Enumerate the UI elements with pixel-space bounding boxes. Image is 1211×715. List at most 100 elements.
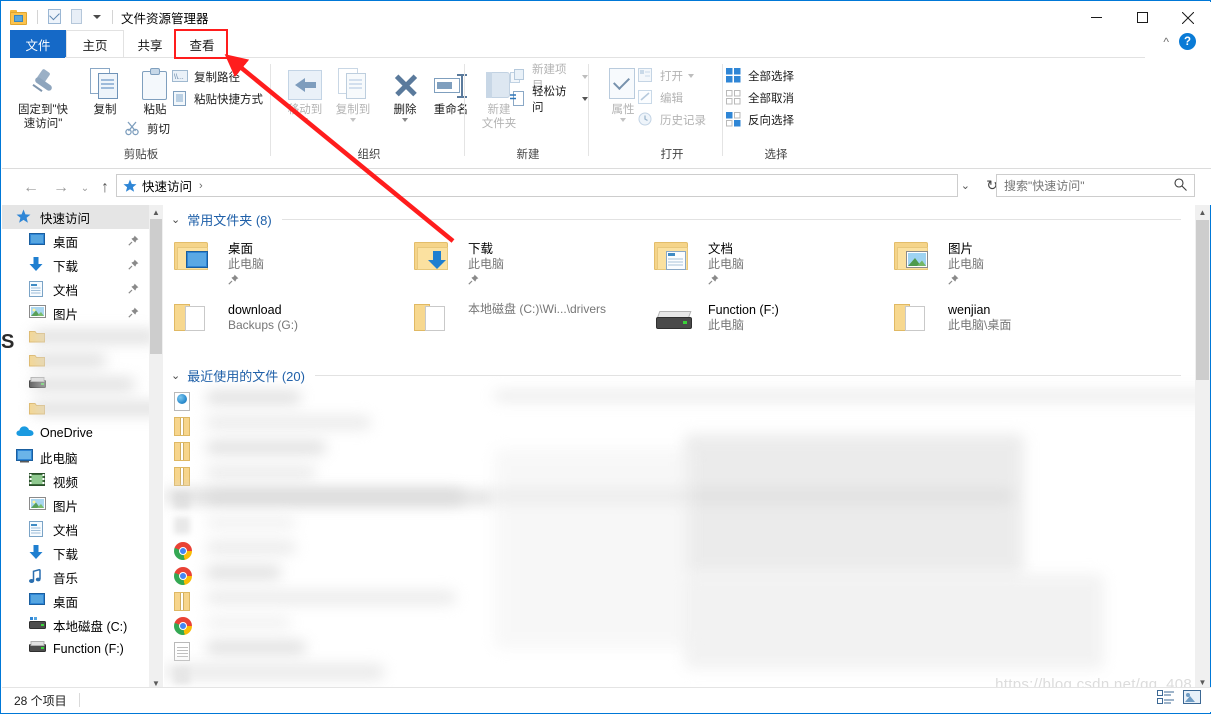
folder-open-icon	[894, 304, 930, 331]
sidebar-item-OneDrive[interactable]: OneDrive	[2, 421, 149, 445]
sidebar-item-blurred-6[interactable]	[2, 349, 149, 373]
recent-files-header[interactable]: ⌄ 最近使用的文件 (20)	[164, 361, 1195, 389]
pin-icon[interactable]	[948, 274, 959, 285]
sidebar-item-此电脑[interactable]: 此电脑	[2, 445, 149, 469]
select-none-button[interactable]: 全部取消	[726, 88, 794, 108]
search-box[interactable]	[996, 174, 1195, 197]
chevron-down-icon[interactable]	[688, 74, 694, 78]
minimize-button[interactable]	[1073, 3, 1119, 32]
chevron-down-icon[interactable]: ⌄	[171, 213, 180, 226]
up-button[interactable]: ↑	[94, 177, 116, 199]
new-item-icon	[510, 69, 528, 85]
pin-label-2: 速访问"	[23, 118, 63, 130]
nav-scroll-up-icon[interactable]: ▲	[149, 205, 163, 219]
sidebar-item-blurred-7[interactable]	[2, 373, 149, 397]
search-input[interactable]	[997, 177, 1174, 194]
sidebar-item-视频[interactable]: 视频	[2, 469, 149, 493]
folder-tile[interactable]: Function (F:) 此电脑	[654, 294, 894, 355]
sidebar-item-blurred-8[interactable]	[2, 397, 149, 421]
address-field[interactable]: 快速访问 ›	[116, 174, 958, 197]
tab-file[interactable]: 文件	[10, 30, 66, 58]
sidebar-item-label: OneDrive	[40, 426, 93, 440]
history-button[interactable]: 历史记录	[638, 110, 706, 130]
tab-home[interactable]: 主页	[66, 30, 124, 58]
zip-file-icon	[174, 591, 190, 611]
sidebar-item-label: 本地磁盘 (C:)	[53, 619, 128, 634]
pin-to-quick-access-button[interactable]: 固定到"快 速访问"	[12, 64, 74, 131]
nav-scroll-thumb[interactable]	[150, 219, 162, 354]
scroll-thumb[interactable]	[1196, 220, 1209, 380]
sidebar-item-音乐[interactable]: 音乐	[2, 565, 149, 589]
tile-icon	[894, 299, 942, 343]
sidebar-item-下载[interactable]: 下载	[2, 541, 149, 565]
forward-button[interactable]: →	[50, 177, 72, 199]
sidebar-item-本地磁盘 (C:)[interactable]: 本地磁盘 (C:)	[2, 613, 149, 637]
collapse-ribbon-icon[interactable]: ^	[1163, 35, 1169, 49]
sidebar-item-文档[interactable]: 文档	[2, 517, 149, 541]
cut-label: 剪切	[147, 124, 170, 136]
close-button[interactable]	[1165, 3, 1211, 32]
pin-icon[interactable]	[128, 259, 139, 270]
html-file-icon	[174, 391, 190, 411]
folder-tile[interactable]: 文档 此电脑	[654, 233, 894, 294]
pin-icon[interactable]	[128, 235, 139, 246]
paste-shortcut-button[interactable]: 粘贴快捷方式	[172, 89, 263, 109]
sidebar-item-桌面[interactable]: 桌面	[2, 229, 149, 253]
sidebar-item-blurred-5[interactable]	[2, 325, 149, 349]
new-folder-quick-icon[interactable]	[69, 9, 85, 25]
content-scrollbar[interactable]: ▲ ▼	[1195, 205, 1210, 690]
pin-icon[interactable]	[128, 283, 139, 294]
tab-share[interactable]: 共享	[124, 30, 176, 58]
maximize-button[interactable]	[1119, 3, 1165, 32]
folder-tile[interactable]: 桌面 此电脑	[174, 233, 414, 294]
easy-access-button[interactable]: 轻松访问	[510, 86, 588, 114]
recent-files-list[interactable]	[164, 389, 1195, 689]
sidebar-item-图片[interactable]: 图片	[2, 493, 149, 517]
folder-tile[interactable]: download Backups (G:)	[174, 294, 414, 355]
frequent-folders-grid[interactable]: 桌面 此电脑 下载 此电脑 文档 此电脑 图片 此电脑 download Backups (G:)…	[164, 233, 1195, 355]
sidebar-item-图片[interactable]: 图片	[2, 301, 149, 325]
scroll-up-icon[interactable]: ▲	[1195, 205, 1210, 220]
large-icons-view-button[interactable]	[1183, 690, 1203, 708]
cut-button[interactable]: 剪切	[125, 119, 170, 139]
chevron-down-icon	[620, 118, 626, 122]
sidebar-item-文档[interactable]: 文档	[2, 277, 149, 301]
address-dropdown-icon[interactable]: ⌄	[961, 179, 970, 192]
pin-label-1: 固定到"快	[17, 104, 69, 116]
folder-tile[interactable]: 图片 此电脑	[894, 233, 1134, 294]
select-all-button[interactable]: 全部选择	[726, 66, 794, 86]
pin-icon[interactable]	[128, 307, 139, 318]
recent-locations-button[interactable]: ⌄	[74, 177, 96, 199]
folder-tile[interactable]: wenjian 此电脑\桌面	[894, 294, 1134, 355]
breadcrumb-quick-access[interactable]: 快速访问	[142, 176, 192, 195]
pin-icon[interactable]	[468, 274, 479, 285]
ribbon-group-organize: 移动到 复制到 删除 重命名 组织	[274, 58, 468, 166]
back-button[interactable]: ←	[20, 177, 42, 199]
properties-quick-icon[interactable]	[47, 9, 63, 25]
folder-tile[interactable]: 下载 此电脑	[414, 233, 654, 294]
select-none-icon	[726, 90, 744, 106]
nav-scrollbar[interactable]: ▲ ▼	[149, 205, 163, 690]
edit-button[interactable]: 编辑	[638, 88, 683, 108]
navigation-pane[interactable]: 快速访问 桌面 下载 文档 图片 OneDrive 此电脑 视频 图片 文档 下载 音乐 桌面 本地磁盘 …	[2, 205, 149, 690]
details-view-button[interactable]	[1157, 690, 1177, 708]
sidebar-item-Function (F:)[interactable]: Function (F:)	[2, 637, 149, 661]
chevron-down-icon[interactable]	[93, 15, 101, 19]
frequent-folders-header[interactable]: ⌄ 常用文件夹 (8)	[164, 205, 1195, 233]
pin-icon[interactable]	[708, 274, 719, 285]
chevron-down-icon[interactable]: ⌄	[171, 369, 180, 382]
sidebar-item-桌面[interactable]: 桌面	[2, 589, 149, 613]
file-icon	[174, 591, 196, 612]
pin-icon[interactable]	[228, 274, 239, 285]
copy-path-button[interactable]: \\... 复制路径	[172, 67, 240, 87]
sidebar-item-快速访问[interactable]: 快速访问	[2, 205, 149, 229]
help-icon[interactable]: ?	[1179, 33, 1196, 50]
invert-selection-button[interactable]: 反向选择	[726, 110, 794, 130]
folder-tile[interactable]: 本地磁盘 (C:)\Wi...\drivers	[414, 294, 654, 355]
open-button[interactable]: 打开	[638, 66, 694, 86]
search-icon[interactable]	[1174, 177, 1187, 194]
sidebar-item-下载[interactable]: 下载	[2, 253, 149, 277]
content-pane[interactable]: ⌄ 常用文件夹 (8) 桌面 此电脑 下载 此电脑 文档 此电脑 图片 此电脑 download…	[164, 205, 1195, 690]
tab-view[interactable]: 查看	[176, 30, 228, 58]
documents-icon	[29, 520, 46, 538]
